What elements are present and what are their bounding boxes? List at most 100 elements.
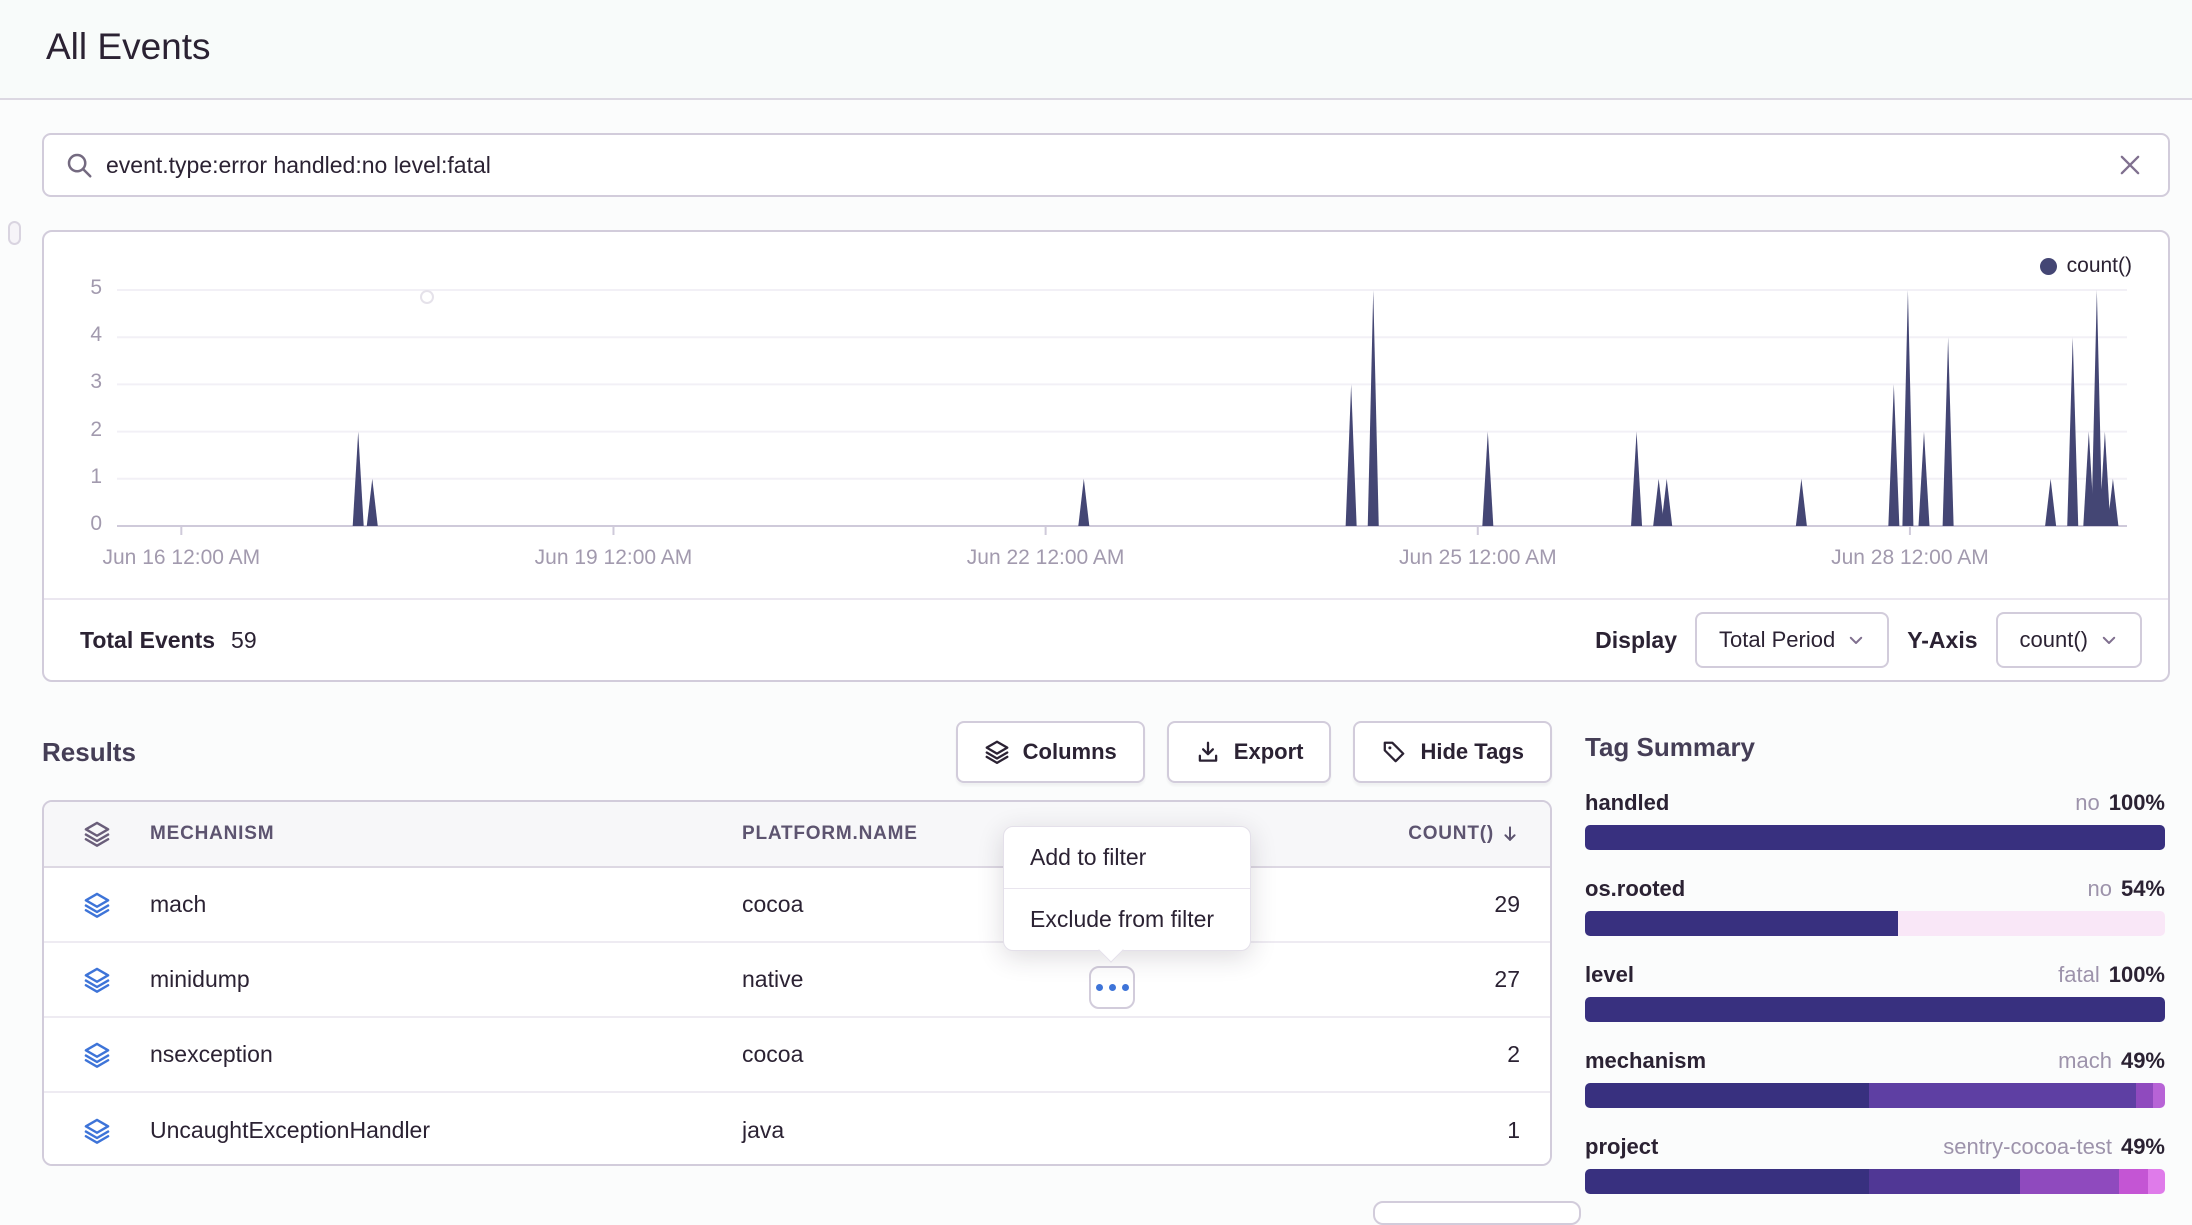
hide-tags-button[interactable]: Hide Tags [1353,721,1552,783]
chevron-down-icon [1847,631,1865,649]
tag-name: level [1585,962,1634,988]
tag-bar-segment [1869,1083,2136,1108]
tag-bar-segment [1585,1169,1869,1194]
layers-icon [984,739,1010,765]
tag-distribution-bar[interactable] [1585,1169,2165,1194]
yaxis-dropdown-value: count() [2020,627,2088,653]
pagination-button-partial[interactable] [1373,1201,1581,1225]
tag-distribution-bar[interactable] [1585,911,2165,936]
y-axis-tick-label: 4 [44,323,102,347]
tag-block: project sentry-cocoa-test 49% [1585,1134,2165,1194]
chart-footer: Total Events 59 Display Total Period Y-A… [44,598,2168,680]
column-header-mechanism[interactable]: MECHANISM [150,823,742,845]
tag-distribution-bar[interactable] [1585,825,2165,850]
cell-count: 29 [1400,891,1550,918]
download-icon [1195,739,1221,765]
tag-percent: 54% [2121,876,2165,902]
legend-label: count() [2067,254,2132,278]
search-input[interactable] [106,152,2116,179]
tag-percent: 100% [2109,962,2165,988]
search-bar[interactable] [42,133,2170,197]
tag-top-value: fatal [2058,962,2100,988]
y-axis-tick-label: 2 [44,418,102,442]
legend-dot-icon [2040,258,2057,275]
cell-mechanism[interactable]: mach [150,891,742,918]
display-label: Display [1595,627,1677,654]
tag-distribution-bar[interactable] [1585,997,2165,1022]
tag-bar-segment [2136,1083,2153,1108]
cell-mechanism[interactable]: minidump [150,966,742,993]
add-to-filter-menu-item[interactable]: Add to filter [1004,827,1250,888]
edge-scroll-handle[interactable] [8,221,21,245]
sort-desc-arrow-icon [1500,824,1520,844]
events-chart-panel: count() 543210Jun 16 12:00 AMJun 19 12:0… [42,230,2170,682]
cell-platform[interactable]: java [742,1117,1400,1144]
tag-icon [1381,739,1407,765]
total-events-label: Total Events [80,627,215,654]
table-row[interactable]: UncaughtExceptionHandler java 1 [44,1093,1550,1166]
display-dropdown[interactable]: Total Period [1695,612,1889,668]
chart-legend[interactable]: count() [2040,254,2132,278]
tag-top-value: mach [2058,1048,2112,1074]
tag-top-value: no [2087,876,2111,902]
tag-name: os.rooted [1585,876,1685,902]
layers-icon [44,1041,150,1069]
columns-button-label: Columns [1023,739,1117,765]
display-dropdown-value: Total Period [1719,627,1835,653]
y-axis-tick-label: 1 [44,465,102,489]
x-axis-tick-label: Jun 16 12:00 AM [51,546,311,570]
hide-tags-button-label: Hide Tags [1420,739,1524,765]
yaxis-dropdown[interactable]: count() [1996,612,2142,668]
table-row[interactable]: mach cocoa 29 [44,868,1550,943]
tag-name: handled [1585,790,1669,816]
cell-count: 2 [1400,1041,1550,1068]
results-header: Results Columns Export Hide Tags [42,716,1552,788]
exclude-from-filter-menu-item[interactable]: Exclude from filter [1004,889,1250,950]
tag-block: os.rooted no 54% [1585,876,2165,936]
cell-mechanism[interactable]: nsexception [150,1041,742,1068]
tag-bar-segment [1585,825,2165,850]
table-row[interactable]: nsexception cocoa 2 [44,1018,1550,1093]
cell-platform[interactable]: native [742,966,1400,993]
tag-percent: 100% [2109,790,2165,816]
columns-button[interactable]: Columns [956,721,1145,783]
results-heading: Results [42,737,136,768]
y-axis-tick-label: 3 [44,370,102,394]
tag-bar-segment [1585,1083,1869,1108]
x-axis-tick-label: Jun 19 12:00 AM [483,546,743,570]
count-header-label: COUNT() [1408,823,1494,845]
tag-bar-segment [1869,1169,2020,1194]
export-button-label: Export [1234,739,1304,765]
table-row[interactable]: minidump native 27 [44,943,1550,1018]
tag-block: mechanism mach 49% [1585,1048,2165,1108]
layers-icon [44,820,150,848]
export-button[interactable]: Export [1167,721,1332,783]
events-area-chart[interactable] [117,280,2127,542]
yaxis-label: Y-Axis [1907,627,1977,654]
tag-percent: 49% [2121,1048,2165,1074]
ellipsis-icon [1096,984,1103,991]
layers-icon [44,966,150,994]
cell-mechanism[interactable]: UncaughtExceptionHandler [150,1117,742,1144]
table-header-row: MECHANISM PLATFORM.NAME COUNT() [44,802,1550,868]
tag-block: level fatal 100% [1585,962,2165,1022]
top-header-bar: All Events [0,0,2192,100]
cell-platform[interactable]: cocoa [742,1041,1400,1068]
tag-summary-heading: Tag Summary [1585,732,2165,763]
tag-name: project [1585,1134,1658,1160]
column-header-count[interactable]: COUNT() [1400,823,1550,845]
cell-count: 27 [1400,966,1550,993]
tag-bar-segment [1585,997,2165,1022]
tag-distribution-bar[interactable] [1585,1083,2165,1108]
layers-icon [44,1117,150,1145]
x-axis-tick-label: Jun 25 12:00 AM [1348,546,1608,570]
page-title: All Events [46,26,211,68]
tag-bar-segment [2153,1083,2165,1108]
tag-percent: 49% [2121,1134,2165,1160]
x-axis-tick-label: Jun 22 12:00 AM [916,546,1176,570]
cell-actions-button[interactable] [1089,966,1135,1009]
y-axis-tick-label: 5 [44,276,102,300]
clear-search-icon[interactable] [2116,151,2144,179]
chevron-down-icon [2100,631,2118,649]
tag-bar-segment [2148,1169,2165,1194]
